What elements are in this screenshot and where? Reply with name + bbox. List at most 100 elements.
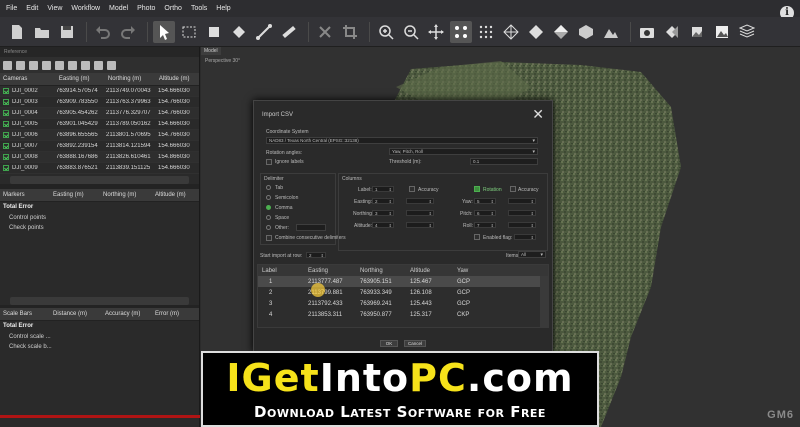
menu-view[interactable]: View (47, 5, 62, 12)
altitude-accuracy-spin[interactable]: ⇕ (406, 222, 434, 228)
menu-file[interactable]: File (6, 5, 17, 12)
horizontal-scrollbar[interactable] (10, 176, 189, 184)
show-markers-icon[interactable] (661, 21, 683, 43)
easting-col-spin[interactable]: 2 ⇕ (372, 198, 394, 204)
list-item[interactable]: Control scale ... (0, 332, 199, 342)
checkbox-icon[interactable] (3, 143, 9, 149)
checkbox-icon[interactable] (3, 165, 9, 171)
menu-tools[interactable]: Tools (191, 5, 207, 12)
zoom-in-icon[interactable] (375, 21, 397, 43)
col-label[interactable]: Label (258, 268, 308, 274)
table-row[interactable]: 2 2113799.881 763933.349 126.108 GCP (258, 287, 548, 298)
view-errors-icon[interactable] (94, 60, 103, 70)
pitch-accuracy-spin[interactable]: ⇕ (508, 210, 536, 216)
radio-semicolon[interactable] (266, 195, 271, 200)
menu-model[interactable]: Model (109, 5, 128, 12)
ruler-icon[interactable] (253, 21, 275, 43)
col-accuracy[interactable]: Accuracy (m) (102, 311, 152, 317)
horizontal-scrollbar[interactable] (10, 297, 189, 305)
settings-icon[interactable] (107, 60, 116, 70)
easting-accuracy-spin[interactable]: ⇕ (406, 198, 434, 204)
save-icon[interactable] (56, 21, 78, 43)
table-row[interactable]: DJI_0002 763914.570574 2113749.070043 154.6… (0, 86, 199, 97)
col-easting[interactable]: Easting (m) (56, 76, 105, 82)
col-altitude[interactable]: Altitude (m) (156, 76, 199, 82)
table-row[interactable]: DJI_0006 763896.655565 2113801.570695 154.7… (0, 130, 199, 141)
col-northing[interactable]: Northing (m) (105, 76, 156, 82)
checkbox-icon[interactable] (3, 132, 9, 138)
col-scale-bars[interactable]: Scale Bars (0, 311, 50, 317)
dem-icon[interactable] (600, 21, 622, 43)
threshold-input[interactable]: 0.1 (470, 158, 538, 165)
table-row[interactable]: 3 2113792.433 763969.241 125.443 GCP (258, 298, 548, 309)
rectangle-select-icon[interactable] (178, 21, 200, 43)
point-cloud-icon[interactable] (450, 20, 472, 43)
col-cameras[interactable]: Cameras (0, 76, 56, 82)
table-row[interactable]: DJI_0005 763901.045429 2113789.050162 154.6… (0, 119, 199, 130)
col-northing[interactable]: Northing (m) (100, 192, 152, 198)
checkbox-icon[interactable] (3, 110, 9, 116)
import-icon[interactable] (3, 60, 12, 70)
rotate-region-icon[interactable] (228, 21, 250, 43)
crop-icon[interactable] (339, 21, 361, 43)
view-source-icon[interactable] (68, 60, 77, 70)
tab-model[interactable]: Model (201, 47, 221, 55)
radio-tab[interactable] (266, 185, 271, 190)
table-row[interactable]: DJI_0008 763888.167686 2113826.610461 154.8… (0, 152, 199, 163)
col-altitude[interactable]: Altitude (m) (152, 192, 196, 198)
menu-ortho[interactable]: Ortho (164, 5, 182, 12)
menu-edit[interactable]: Edit (26, 5, 38, 12)
col-error[interactable]: Error (m) (152, 311, 196, 317)
camera-icon[interactable] (636, 21, 658, 43)
table-row[interactable]: 1 2113777.487 763905.151 125.467 GCP (258, 276, 548, 287)
items-select[interactable]: All ▾ (518, 251, 546, 258)
new-project-icon[interactable] (6, 21, 28, 43)
menu-help[interactable]: Help (216, 5, 230, 12)
label-col-spin[interactable]: 1 ⇕ (372, 186, 394, 192)
zoom-out-icon[interactable] (400, 21, 422, 43)
crs-select[interactable]: NAD83 / Texas North Central (EPSG::32138… (266, 137, 538, 144)
yaw-accuracy-spin[interactable]: ⇕ (508, 198, 536, 204)
redo-icon[interactable] (117, 21, 139, 43)
show-layers-icon[interactable] (736, 21, 758, 43)
mesh-icon[interactable] (500, 21, 522, 43)
rotation-accuracy-checkbox[interactable] (510, 186, 516, 192)
roll-accuracy-spin[interactable]: ⇕ (508, 222, 536, 228)
show-images-icon[interactable] (711, 21, 733, 43)
table-row[interactable]: DJI_0007 763892.239154 2113814.121594 154.6… (0, 141, 199, 152)
list-item[interactable]: Check points (0, 223, 199, 233)
col-yaw[interactable]: Yaw (454, 268, 514, 274)
checkbox-icon[interactable] (3, 88, 9, 94)
northing-col-spin[interactable]: 3 ⇕ (372, 210, 394, 216)
optimize-icon[interactable] (42, 60, 51, 70)
yaw-spin[interactable]: 5 ⇕ (474, 198, 496, 204)
enabled-flag-checkbox[interactable] (474, 234, 480, 240)
pitch-spin[interactable]: 6 ⇕ (474, 210, 496, 216)
other-delimiter-input[interactable] (296, 224, 326, 231)
accuracy-checkbox[interactable] (409, 186, 415, 192)
textured-icon[interactable] (550, 21, 572, 43)
combine-checkbox[interactable] (266, 235, 272, 241)
col-northing[interactable]: Northing (360, 268, 410, 274)
close-icon[interactable]: ✕ (532, 107, 544, 121)
radio-comma[interactable] (266, 205, 271, 210)
vertical-scrollbar[interactable] (540, 276, 548, 327)
update-icon[interactable] (55, 60, 64, 70)
rotation-select[interactable]: Yaw, Pitch, Roll ▾ (389, 148, 538, 155)
checkbox-icon[interactable] (3, 154, 9, 160)
northing-accuracy-spin[interactable]: ⇕ (406, 210, 434, 216)
dense-cloud-icon[interactable] (475, 21, 497, 43)
table-row[interactable]: DJI_0004 763905.454262 2113776.329707 154.7… (0, 108, 199, 119)
col-distance[interactable]: Distance (m) (50, 311, 102, 317)
ok-button[interactable]: OK (380, 340, 398, 347)
col-easting[interactable]: Easting (m) (50, 192, 100, 198)
list-item[interactable]: Control points (0, 213, 199, 223)
menu-photo[interactable]: Photo (137, 5, 155, 12)
measure-icon[interactable] (278, 21, 300, 43)
ignore-labels-checkbox[interactable] (266, 159, 272, 165)
altitude-col-spin[interactable]: 4 ⇕ (372, 222, 394, 228)
delete-selection-icon[interactable] (314, 21, 336, 43)
undo-icon[interactable] (92, 21, 114, 43)
tiled-model-icon[interactable] (575, 21, 597, 43)
resize-region-icon[interactable] (203, 21, 225, 43)
